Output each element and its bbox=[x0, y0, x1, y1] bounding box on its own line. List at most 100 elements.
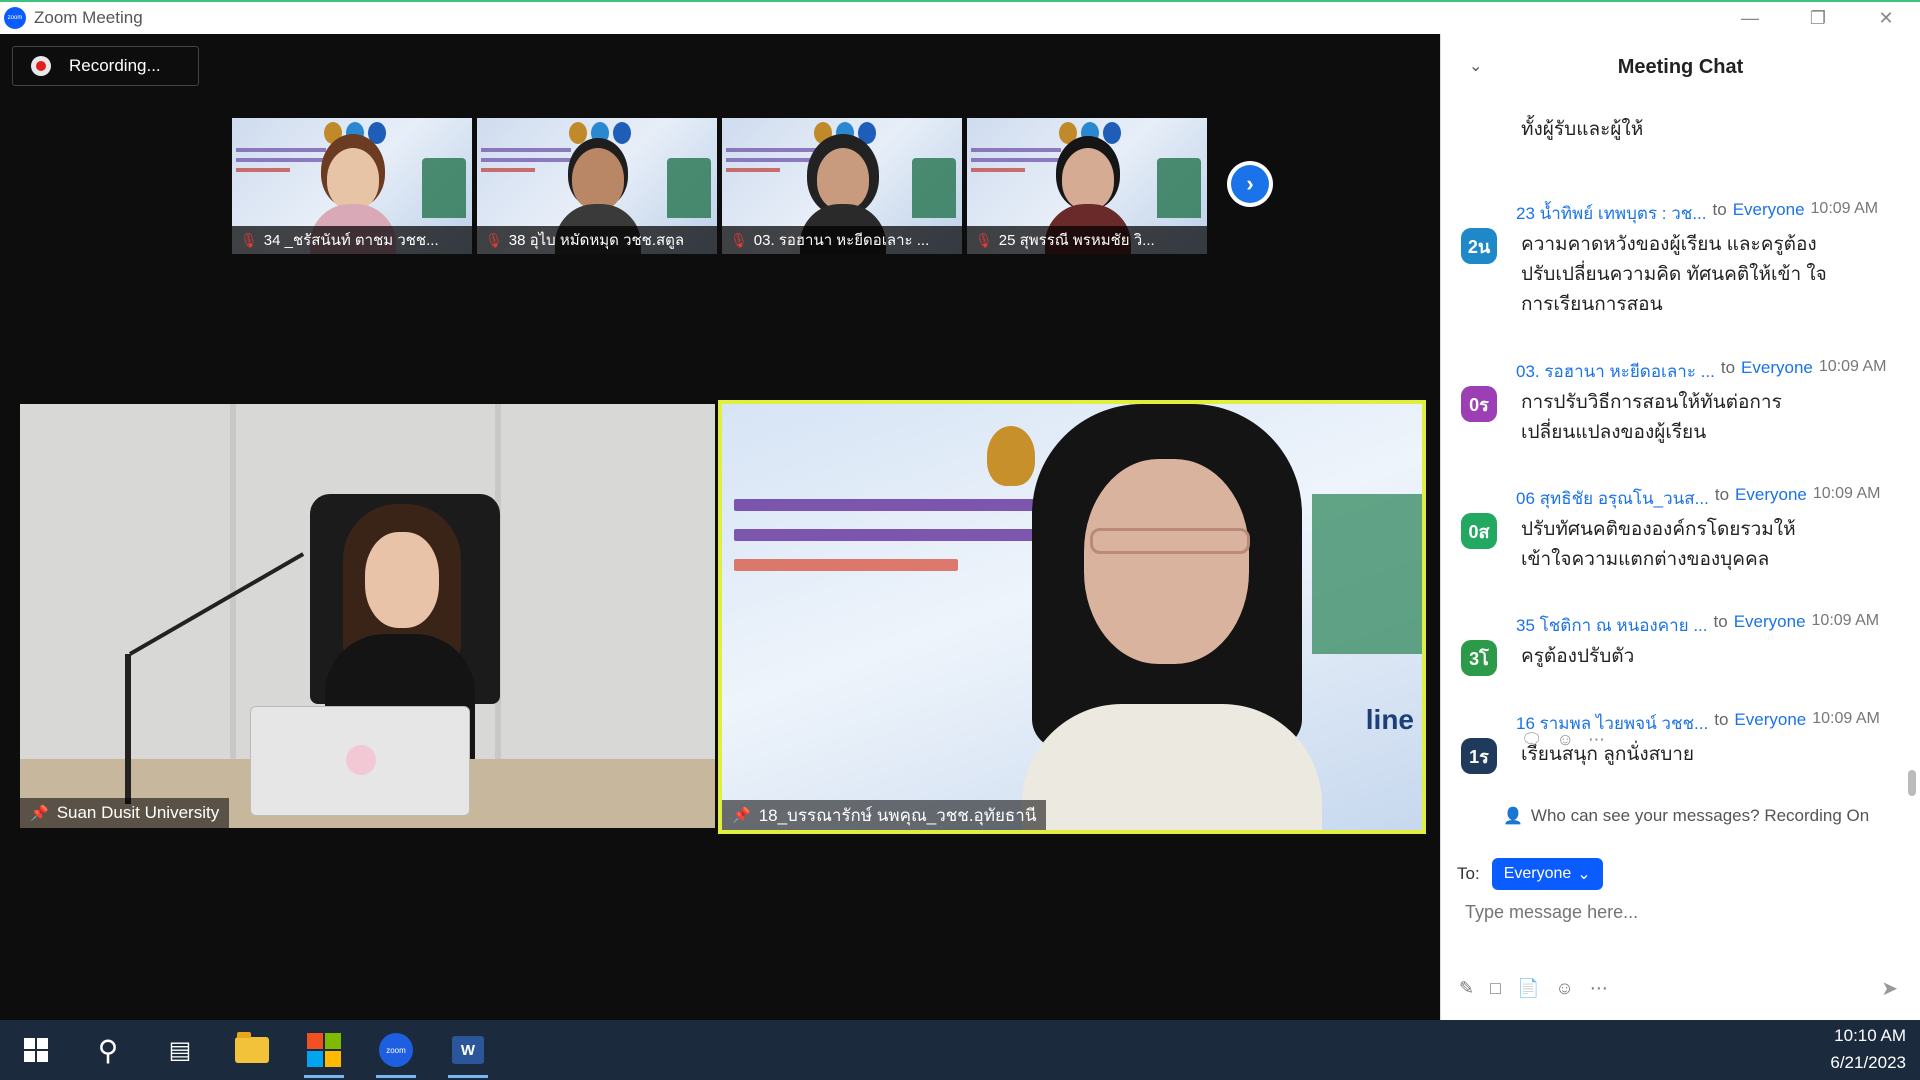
participant-namebar: 🎙 34 _ชรัสนันท์ ตาชม วชช... bbox=[232, 226, 472, 254]
message-actions: 🗨 ☺ ⋯ bbox=[1521, 730, 1605, 750]
laptop bbox=[250, 706, 470, 816]
reply-icon[interactable]: 🗨 bbox=[1521, 730, 1543, 750]
people-icon: 👤 bbox=[1503, 808, 1523, 825]
message-time: 10:09 AM bbox=[1811, 612, 1880, 629]
tile-namebar: 📌 Suan Dusit University bbox=[20, 798, 230, 828]
message-text: ปรับทัศนคติขององค์กรโดยรวมให้ เข้าใจความ… bbox=[1521, 519, 1796, 570]
message-target: Everyone bbox=[1735, 485, 1807, 504]
message-target: Everyone bbox=[1732, 200, 1805, 219]
message-sender[interactable]: 23 น้ำทิพย์ เทพบุตร : วช... bbox=[1516, 200, 1707, 227]
task-view-button[interactable]: ▤ bbox=[144, 1020, 216, 1080]
tile-namebar: 📌 18_บรรณารักษ์ นพคุณ_วชช.อุทัยธานี bbox=[722, 800, 1047, 830]
slide-logos bbox=[1059, 122, 1121, 144]
video-tile-active-speaker[interactable]: line 📌 18_บรรณารักษ์ นพคุณ_วชช.อุทัยธานี bbox=[718, 400, 1426, 834]
chat-message-input[interactable] bbox=[1465, 902, 1885, 923]
participant-thumbnail[interactable]: 🎙 25 สุพรรณี พรหมชัย วิ... bbox=[967, 118, 1207, 254]
next-page-button[interactable]: › bbox=[1227, 161, 1273, 207]
muted-mic-icon: 🎙 bbox=[975, 231, 993, 248]
slide-logos bbox=[324, 122, 386, 144]
chevron-down-icon[interactable]: ⌄ bbox=[1469, 56, 1482, 76]
slide-building-image bbox=[422, 158, 466, 218]
window-title: Zoom Meeting bbox=[34, 8, 143, 27]
participant-namebar: 🎙 38 อุไบ หมัดหมุด วชช.สตูล bbox=[477, 226, 717, 254]
pin-icon: 📌 bbox=[732, 807, 751, 824]
slide-building-image bbox=[1157, 158, 1201, 218]
message-sender[interactable]: 35 โชติกา ณ หนองคาย ... bbox=[1516, 612, 1708, 639]
format-text-icon[interactable]: ✎ bbox=[1459, 978, 1474, 999]
windows-taskbar: ⚲ ▤ zoom W bbox=[0, 1020, 1920, 1080]
message-text: ครูต้องปรับตัว bbox=[1521, 646, 1635, 667]
participant-name: 03. รอฮานา หะยีดอเลาะ ... bbox=[753, 232, 930, 249]
meeting-chat-panel: ⌄ Meeting Chat ทั้งผู้รับและผู้ให้ 23 น้… bbox=[1440, 34, 1920, 1020]
message-sender[interactable]: 03. รอฮานา หะยีดอเลาะ ... bbox=[1516, 358, 1715, 385]
muted-mic-icon: 🎙 bbox=[485, 231, 503, 248]
recording-label: Recording... bbox=[69, 56, 161, 75]
send-icon[interactable]: ➤ bbox=[1881, 976, 1898, 1001]
chevron-down-icon: ⌄ bbox=[1577, 866, 1591, 883]
chat-header: ⌄ Meeting Chat bbox=[1441, 34, 1920, 100]
start-button[interactable] bbox=[0, 1020, 72, 1080]
avatar: 1ร bbox=[1461, 738, 1497, 774]
participant-thumbnail[interactable]: 🎙 34 _ชรัสนันท์ ตาชม วชช... bbox=[232, 118, 472, 254]
screenshot-icon[interactable]: □ bbox=[1490, 978, 1501, 999]
message-target: Everyone bbox=[1734, 710, 1807, 729]
emoji-icon[interactable]: ☺ bbox=[1555, 978, 1573, 999]
window-titlebar: zoom Zoom Meeting — ❐ ✕ bbox=[0, 0, 1920, 34]
slide-online-text: line bbox=[1365, 704, 1414, 735]
tile-name: Suan Dusit University bbox=[56, 803, 220, 822]
recipient-dropdown[interactable]: Everyone ⌄ bbox=[1491, 858, 1603, 890]
minimize-icon[interactable]: — bbox=[1716, 2, 1784, 34]
recipient-row: To: Everyone ⌄ bbox=[1457, 858, 1603, 890]
close-icon[interactable]: ✕ bbox=[1852, 2, 1920, 34]
zoom-taskbar-button[interactable]: zoom bbox=[360, 1020, 432, 1080]
message-to: to bbox=[1714, 485, 1730, 504]
folder-icon bbox=[235, 1032, 269, 1063]
recording-dot-icon bbox=[31, 56, 51, 76]
chat-scrollbar[interactable] bbox=[1908, 770, 1916, 796]
recipient-value: Everyone bbox=[1503, 865, 1572, 882]
windows-logo-icon bbox=[24, 1038, 48, 1062]
participant-strip: 🎙 34 _ชรัสนันท์ ตาชม วชช... 🎙 38 อุไบ หม… bbox=[232, 118, 1207, 254]
chat-message-list[interactable]: ทั้งผู้รับและผู้ให้ 23 น้ำทิพย์ เทพบุตร … bbox=[1441, 100, 1911, 790]
video-tile-host[interactable]: 📌 Suan Dusit University bbox=[20, 404, 715, 828]
participant-namebar: 🎙 25 สุพรรณี พรหมชัย วิ... bbox=[967, 226, 1207, 254]
microphone-stand bbox=[125, 654, 131, 804]
search-button[interactable]: ⚲ bbox=[72, 1020, 144, 1080]
chevron-right-icon: › bbox=[1231, 165, 1269, 203]
muted-mic-icon: 🎙 bbox=[730, 231, 748, 248]
file-explorer-button[interactable] bbox=[216, 1020, 288, 1080]
microphone-arm bbox=[129, 552, 305, 656]
message-time: 10:09 AM bbox=[1810, 200, 1879, 217]
more-icon[interactable]: ⋯ bbox=[1590, 978, 1608, 999]
message-sender[interactable]: 06 สุทธิชัย อรุณโน_วนส... bbox=[1516, 485, 1709, 512]
participant-name: 34 _ชรัสนันท์ ตาชม วชช... bbox=[263, 232, 439, 249]
participant-thumbnail[interactable]: 🎙 03. รอฮานา หะยีดอเลาะ ... bbox=[722, 118, 962, 254]
participant-thumbnail[interactable]: 🎙 38 อุไบ หมัดหมุด วชช.สตูล bbox=[477, 118, 717, 254]
clock-date: 6/21/2023 bbox=[1830, 1053, 1906, 1072]
window-controls: — ❐ ✕ bbox=[1716, 2, 1920, 34]
recording-indicator[interactable]: Recording... bbox=[12, 46, 199, 86]
avatar: 0ส bbox=[1461, 513, 1497, 549]
add-reaction-icon[interactable]: ☺ bbox=[1557, 730, 1574, 750]
participant-name: 38 อุไบ หมัดหมุด วชช.สตูล bbox=[508, 232, 685, 249]
slide-logos bbox=[569, 122, 631, 144]
participant-name: 25 สุพรรณี พรหมชัย วิ... bbox=[998, 232, 1155, 249]
chat-message-meta: 35 โชติกา ณ หนองคาย ... to Everyone 10:0… bbox=[1516, 612, 1911, 639]
system-clock[interactable]: 10:10 AM 6/21/2023 bbox=[1830, 1022, 1906, 1076]
word-taskbar-button[interactable]: W bbox=[432, 1020, 504, 1080]
message-time: 10:09 AM bbox=[1812, 710, 1880, 727]
slide-emblem bbox=[987, 426, 1035, 486]
file-icon[interactable]: 📄 bbox=[1517, 978, 1539, 999]
zoom-app-icon: zoom bbox=[4, 7, 26, 29]
muted-mic-icon: 🎙 bbox=[240, 231, 258, 248]
zoom-icon: zoom bbox=[379, 1033, 413, 1067]
clock-time: 10:10 AM bbox=[1834, 1026, 1906, 1045]
task-view-icon: ▤ bbox=[168, 1036, 192, 1064]
more-icon[interactable]: ⋯ bbox=[1588, 730, 1605, 750]
message-visibility-notice[interactable]: 👤 Who can see your messages? Recording O… bbox=[1503, 806, 1869, 826]
restore-icon[interactable]: ❐ bbox=[1784, 2, 1852, 34]
chat-title: Meeting Chat bbox=[1617, 55, 1744, 78]
microsoft-store-button[interactable] bbox=[288, 1020, 360, 1080]
avatar: 2น bbox=[1461, 228, 1497, 264]
store-icon bbox=[307, 1033, 341, 1067]
